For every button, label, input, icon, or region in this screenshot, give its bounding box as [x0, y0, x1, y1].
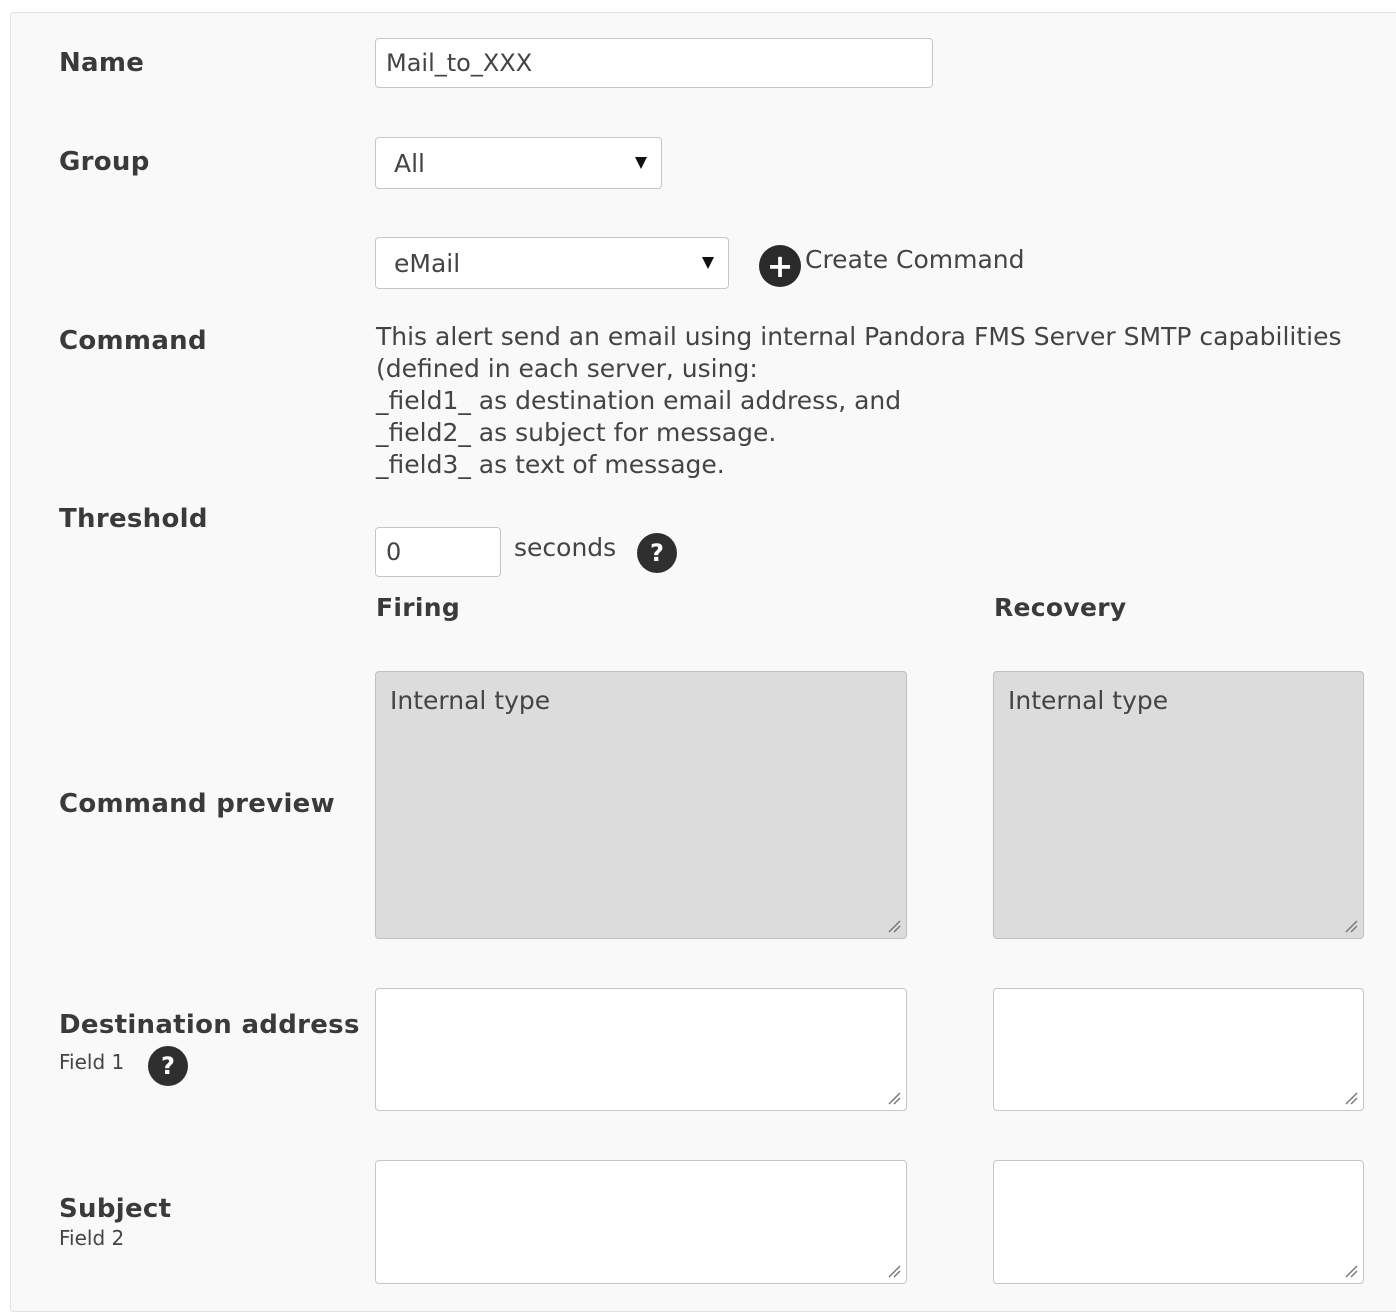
group-label: Group — [59, 147, 150, 177]
name-input[interactable]: Mail_to_XXX — [375, 38, 933, 88]
command-label: Command — [59, 326, 207, 356]
firing-column-header: Firing — [376, 593, 461, 622]
command-select[interactable]: eMail — [375, 237, 729, 289]
create-command-link[interactable]: Create Command — [805, 245, 1025, 274]
alert-command-form-panel — [10, 12, 1396, 1312]
command-preview-recovery-textarea: Internal type — [993, 671, 1364, 939]
resize-grip-icon[interactable] — [1344, 1091, 1358, 1105]
name-label: Name — [59, 48, 145, 78]
resize-grip-icon[interactable] — [1344, 919, 1358, 933]
command-description-line: This alert send an email using internal … — [376, 322, 1342, 351]
subject-recovery-textarea[interactable] — [993, 1160, 1364, 1284]
command-description-line: (defined in each server, using: — [376, 354, 758, 383]
group-select-value: All — [394, 148, 425, 178]
help-icon[interactable]: ? — [148, 1046, 188, 1086]
destination-address-recovery-textarea[interactable] — [993, 988, 1364, 1111]
resize-grip-icon[interactable] — [887, 919, 901, 933]
chevron-down-icon — [702, 257, 714, 269]
destination-address-label: Destination address — [59, 1010, 360, 1040]
group-select[interactable]: All — [375, 137, 662, 189]
subject-label: Subject — [59, 1194, 172, 1224]
add-circle-icon[interactable]: + — [759, 245, 801, 287]
command-description: This alert send an email using internal … — [376, 321, 1342, 481]
subject-sublabel: Field 2 — [59, 1226, 125, 1250]
threshold-unit: seconds — [514, 533, 617, 562]
help-icon[interactable]: ? — [637, 533, 677, 573]
chevron-down-icon — [635, 157, 647, 169]
resize-grip-icon[interactable] — [887, 1091, 901, 1105]
recovery-column-header: Recovery — [994, 593, 1127, 622]
threshold-input[interactable]: 0 — [375, 527, 501, 577]
command-preview-firing-text: Internal type — [390, 686, 551, 715]
subject-firing-textarea[interactable] — [375, 1160, 907, 1284]
command-preview-recovery-text: Internal type — [1008, 686, 1169, 715]
command-description-line: _field3_ as text of message. — [376, 450, 725, 479]
command-description-line: _field1_ as destination email address, a… — [376, 386, 902, 415]
command-select-value: eMail — [394, 248, 461, 278]
command-description-line: _field2_ as subject for message. — [376, 418, 777, 447]
destination-address-firing-textarea[interactable] — [375, 988, 907, 1111]
threshold-label: Threshold — [59, 504, 208, 534]
command-preview-firing-textarea: Internal type — [375, 671, 907, 939]
resize-grip-icon[interactable] — [1344, 1264, 1358, 1278]
destination-address-sublabel: Field 1 — [59, 1050, 125, 1074]
resize-grip-icon[interactable] — [887, 1264, 901, 1278]
command-preview-label: Command preview — [59, 789, 335, 819]
